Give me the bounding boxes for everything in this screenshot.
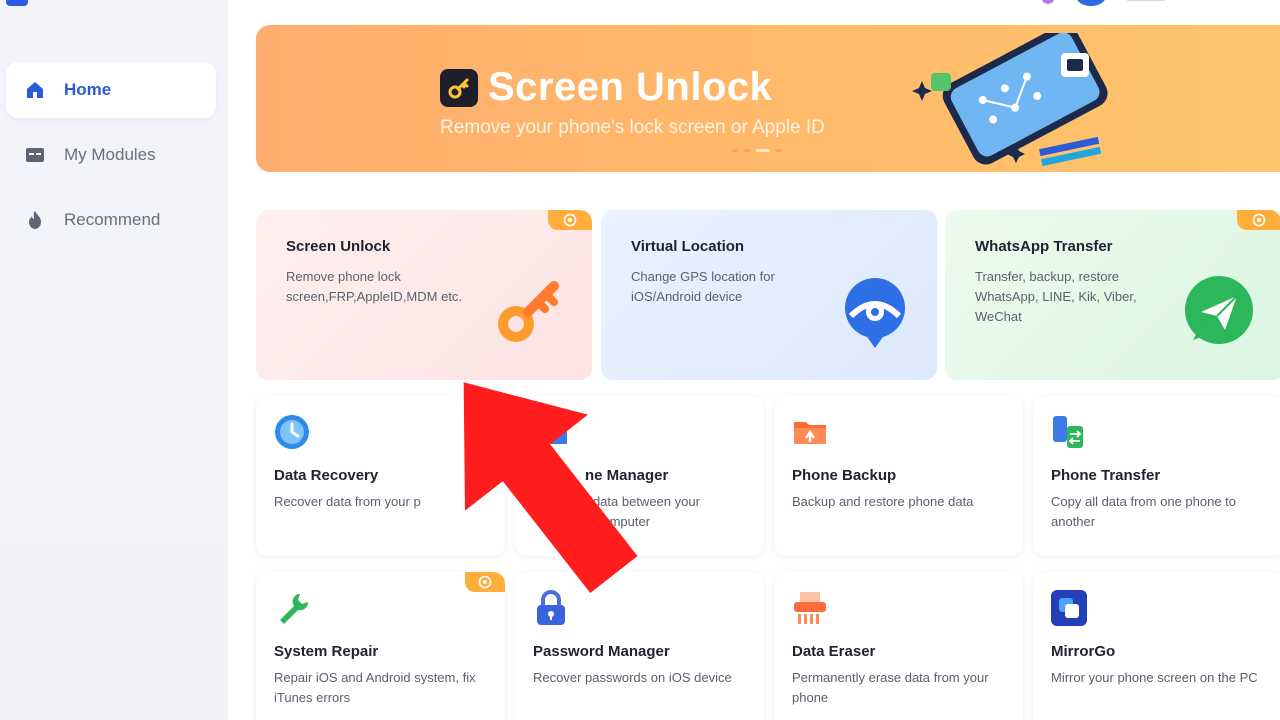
sidebar-item-label: Recommend (64, 210, 161, 229)
card-description: Remove phone lock screen,FRP,AppleID,MDM… (286, 269, 463, 304)
module-card-mirrorgo[interactable]: MirrorGo Mirror your phone screen on the… (1033, 572, 1280, 720)
banner-title: Screen Unlock (488, 65, 773, 109)
module-description: Permanently erase data from your phone (792, 670, 989, 705)
location-pin-icon (845, 278, 905, 348)
carousel-dot[interactable] (776, 149, 782, 152)
card-title: Screen Unlock (286, 238, 391, 255)
module-description: Copy all data from one phone to another (1051, 494, 1237, 529)
mirror-icon (1051, 590, 1087, 626)
red-arrow-annotation-icon (463, 382, 638, 594)
key-icon (498, 281, 559, 342)
module-card-phone-transfer[interactable]: Phone Transfer Copy all data from one ph… (1033, 396, 1280, 556)
sidebar: Home My Modules Recommend (0, 0, 228, 720)
module-title: Phone Transfer (1051, 467, 1161, 484)
module-title: Password Manager (533, 643, 670, 660)
carousel-dot[interactable] (744, 149, 750, 152)
card-description: Transfer, backup, restore WhatsApp, LINE… (975, 269, 1137, 324)
module-description: Recover passwords on iOS device (533, 670, 732, 685)
send-icon (1185, 276, 1253, 344)
fire-icon (24, 209, 46, 231)
module-description: Mirror your phone screen on the PC (1051, 670, 1258, 685)
transfer-icon (1053, 416, 1083, 448)
sidebar-item-recommend[interactable]: Recommend (6, 192, 216, 248)
module-title: System Repair (274, 643, 379, 660)
module-title: Data Eraser (792, 643, 876, 660)
card-description: Change GPS location for iOS/Android devi… (631, 269, 775, 304)
shredder-icon (794, 592, 826, 624)
home-icon (24, 79, 46, 101)
module-card-data-eraser[interactable]: Data Eraser Permanently erase data from … (774, 572, 1023, 720)
card-title: WhatsApp Transfer (975, 238, 1113, 255)
clock-icon (275, 415, 309, 449)
feature-card-whatsapp-transfer[interactable]: WhatsApp Transfer Transfer, backup, rest… (945, 210, 1280, 380)
sidebar-item-my-modules[interactable]: My Modules (6, 127, 216, 183)
sidebar-item-home[interactable]: Home (6, 62, 216, 118)
module-title: Phone Backup (792, 467, 897, 484)
phone-illustration-icon (912, 33, 1108, 167)
new-badge-icon (1237, 210, 1280, 230)
sidebar-item-label: Home (64, 80, 112, 99)
key-icon (440, 68, 478, 107)
carousel-dot[interactable] (732, 149, 738, 152)
carousel-dot-active[interactable] (756, 149, 770, 152)
module-description: Backup and restore phone data (792, 494, 974, 509)
module-card-phone-backup[interactable]: Phone Backup Backup and restore phone da… (774, 396, 1023, 556)
module-description: Repair iOS and Android system, fix iTune… (274, 670, 476, 705)
wrench-icon (280, 594, 309, 624)
card-title: Virtual Location (631, 238, 745, 255)
modules-icon (24, 144, 46, 166)
banner-subtitle: Remove your phone's lock screen or Apple… (440, 117, 825, 138)
module-title: MirrorGo (1051, 643, 1116, 660)
carousel-indicator[interactable] (732, 149, 782, 152)
backup-folder-icon (794, 422, 826, 444)
new-badge-icon (548, 210, 592, 230)
app-logo-icon (6, 0, 28, 6)
account-name[interactable] (1126, 0, 1166, 1)
sidebar-item-label: My Modules (64, 145, 156, 164)
promo-banner[interactable]: Screen Unlock Remove your phone's lock s… (256, 25, 1280, 172)
